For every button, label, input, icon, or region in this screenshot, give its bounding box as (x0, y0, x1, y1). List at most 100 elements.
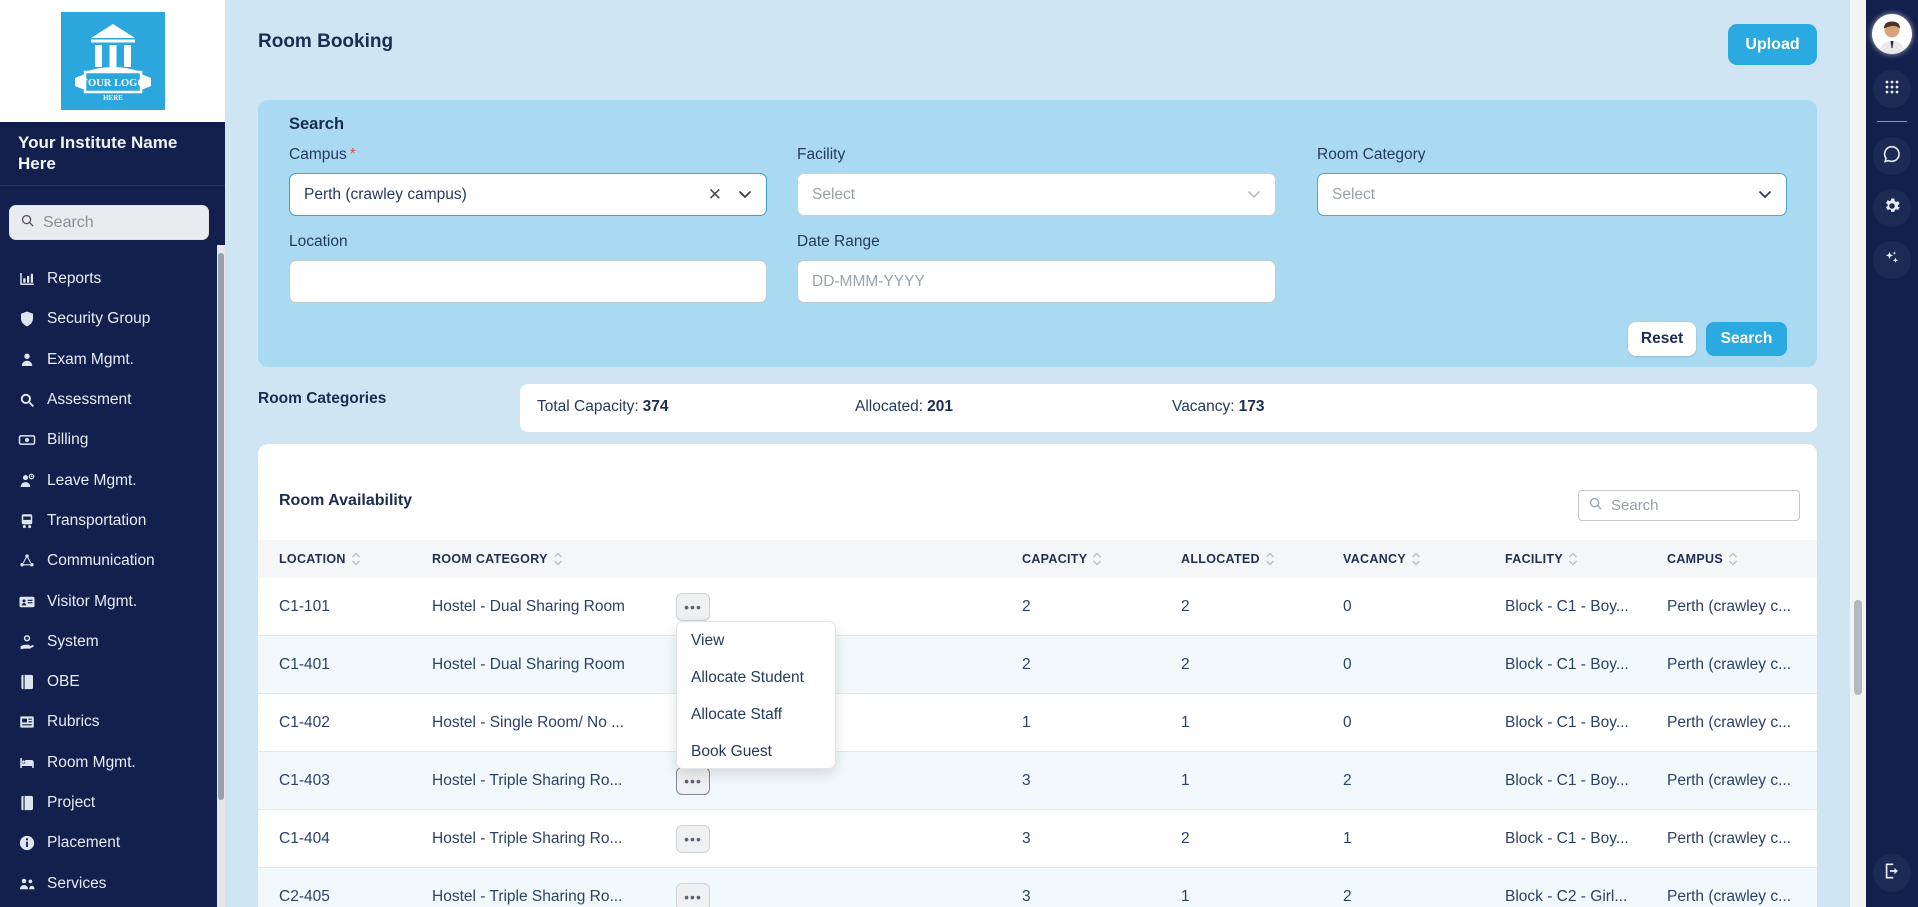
chat-button[interactable] (1873, 137, 1911, 175)
sort-icon[interactable] (351, 552, 361, 566)
table-row-c1-403: C1-403Hostel - Triple Sharing Ro...•••31… (258, 752, 1817, 810)
sidebar-item-label: Visitor Mgmt. (47, 593, 137, 611)
table-title: Room Availability (279, 492, 412, 510)
book-icon (18, 673, 36, 691)
table-row-c1-402: C1-402Hostel - Single Room/ No ...•••110… (258, 694, 1817, 752)
location-input[interactable] (289, 260, 767, 303)
user-avatar[interactable] (1872, 14, 1912, 54)
cell-room-category: Hostel - Triple Sharing Ro... (432, 810, 676, 868)
page-title: Room Booking (258, 31, 393, 53)
row-actions-button[interactable]: ••• (676, 593, 710, 621)
cell-campus: Perth (crawley c... (1667, 752, 1817, 810)
table-search-input[interactable] (1611, 497, 1771, 514)
sidebar-item-rubrics[interactable]: Rubrics (0, 702, 217, 742)
search-panel: Search Campus* Facility Room Category Pe… (258, 100, 1817, 367)
menu-item-view[interactable]: View (677, 622, 835, 659)
cell-vacancy: 2 (1343, 752, 1505, 810)
left-sidebar: YOUR LOGO HERE Your Institute Name Here … (0, 0, 225, 907)
sort-icon[interactable] (1411, 552, 1421, 566)
sparkles-button[interactable] (1873, 241, 1911, 279)
row-actions-button[interactable]: ••• (676, 825, 710, 853)
sidebar-item-billing[interactable]: Billing (0, 420, 217, 460)
campus-select[interactable]: Perth (crawley campus) ✕ (289, 173, 767, 216)
grid-button[interactable] (1873, 70, 1911, 108)
sidebar-item-transportation[interactable]: Transportation (0, 501, 217, 541)
table-header-row: LOCATIONROOM CATEGORY CAPACITY ALLOCATEDVA… (258, 540, 1817, 578)
gear-button[interactable] (1873, 189, 1911, 227)
upload-button[interactable]: Upload (1728, 24, 1817, 65)
sidebar-scrollbar[interactable] (217, 245, 225, 907)
search-button[interactable]: Search (1706, 322, 1787, 356)
cell-capacity: 3 (1022, 810, 1181, 868)
cell-allocated: 2 (1181, 636, 1343, 694)
menu-item-book-guest[interactable]: Book Guest (677, 733, 835, 770)
sort-icon[interactable] (1265, 552, 1275, 566)
sidebar-scrollbar-thumb[interactable] (218, 253, 224, 800)
chevron-down-icon (1247, 190, 1261, 199)
page-scrollbar[interactable] (1850, 0, 1866, 907)
logout-button[interactable] (1873, 854, 1911, 892)
sidebar-item-project[interactable]: Project (0, 783, 217, 823)
table-search[interactable] (1578, 490, 1800, 521)
page-scrollbar-thumb[interactable] (1854, 600, 1862, 695)
cell-campus: Perth (crawley c... (1667, 694, 1817, 752)
menu-item-allocate-student[interactable]: Allocate Student (677, 659, 835, 696)
sort-icon[interactable] (1092, 552, 1102, 566)
sidebar-item-label: Transportation (47, 512, 146, 530)
reset-button[interactable]: Reset (1628, 322, 1696, 356)
chevron-down-icon[interactable] (1758, 190, 1772, 199)
sidebar-item-exam-mgmt[interactable]: Exam Mgmt. (0, 340, 217, 380)
network-icon (18, 552, 36, 570)
column-header-capacity[interactable]: CAPACITY (1022, 540, 1181, 578)
sidebar-item-obe[interactable]: OBE (0, 662, 217, 702)
column-label: CAPACITY (1022, 552, 1087, 566)
sidebar-item-visitor-mgmt[interactable]: Visitor Mgmt. (0, 581, 217, 621)
menu-item-allocate-staff[interactable]: Allocate Staff (677, 696, 835, 733)
column-header-facility[interactable]: FACILITY (1505, 540, 1667, 578)
column-header-room-category[interactable]: ROOM CATEGORY (432, 540, 676, 578)
id-card-icon (18, 593, 36, 611)
sort-icon[interactable] (553, 552, 563, 566)
sidebar-item-label: Security Group (47, 310, 150, 328)
clear-icon[interactable]: ✕ (708, 186, 722, 203)
campus-label: Campus* (289, 146, 356, 164)
institute-logo[interactable]: YOUR LOGO HERE (61, 12, 165, 110)
sidebar-item-services[interactable]: Services (0, 863, 217, 903)
column-header-location[interactable]: LOCATION (279, 540, 432, 578)
sidebar-item-security-group[interactable]: Security Group (0, 299, 217, 339)
sidebar-item-system[interactable]: System (0, 622, 217, 662)
sidebar-item-room-mgmt[interactable]: Room Mgmt. (0, 743, 217, 783)
facility-select[interactable]: Select (797, 173, 1276, 216)
sidebar-item-leave-mgmt[interactable]: Leave Mgmt. (0, 460, 217, 500)
sidebar-search[interactable] (9, 205, 209, 240)
sort-icon[interactable] (1568, 552, 1578, 566)
sidebar-item-assessment[interactable]: Assessment (0, 380, 217, 420)
sidebar-item-label: Reports (47, 270, 101, 288)
date-range-input[interactable] (797, 260, 1276, 303)
room-category-select[interactable]: Select (1317, 173, 1787, 216)
column-header-vacancy[interactable]: VACANCY (1343, 540, 1505, 578)
sidebar-item-placement[interactable]: Placement (0, 823, 217, 863)
cell-facility: Block - C1 - Boy... (1505, 810, 1667, 868)
sidebar-search-input[interactable] (43, 214, 183, 232)
row-actions-button[interactable]: ••• (676, 767, 710, 795)
sort-icon[interactable] (1728, 552, 1738, 566)
cell-capacity: 2 (1022, 578, 1181, 636)
row-actions-button[interactable]: ••• (676, 883, 710, 907)
sidebar-item-communication[interactable]: Communication (0, 541, 217, 581)
sidebar-item-label: Room Mgmt. (47, 754, 136, 772)
cell-facility: Block - C2 - Girl... (1505, 868, 1667, 907)
column-header-campus[interactable]: CAMPUS (1667, 540, 1817, 578)
cell-room-category: Hostel - Single Room/ No ... (432, 694, 676, 752)
column-header-allocated[interactable]: ALLOCATED (1181, 540, 1343, 578)
column-label: VACANCY (1343, 552, 1406, 566)
cell-allocated: 2 (1181, 578, 1343, 636)
cell-allocated: 1 (1181, 694, 1343, 752)
chevron-down-icon[interactable] (738, 190, 752, 199)
vacancy: Vacancy:173 (1172, 398, 1264, 416)
sidebar-item-label: Project (47, 794, 95, 812)
cell-location: C1-401 (279, 636, 432, 694)
logo-text-1: YOUR LOGO (80, 78, 145, 89)
hand-gear-icon (18, 633, 36, 651)
sidebar-item-reports[interactable]: Reports (0, 259, 217, 299)
